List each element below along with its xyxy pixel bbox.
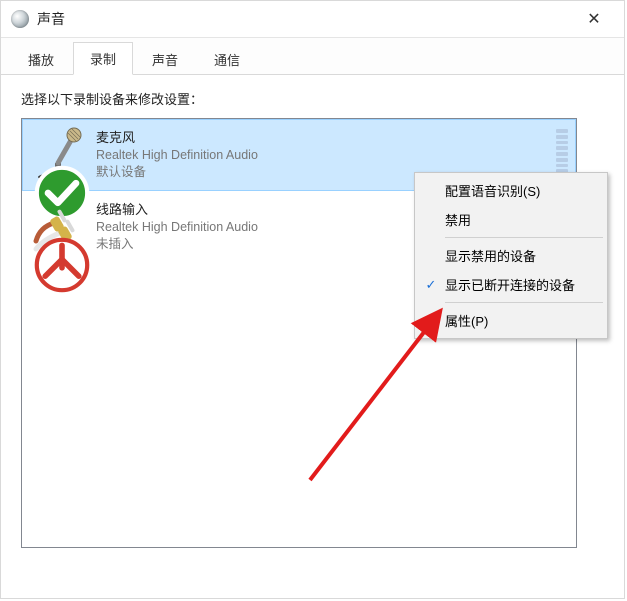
window-title: 声音 bbox=[37, 9, 574, 29]
device-driver: Realtek High Definition Audio bbox=[96, 147, 258, 164]
device-text: 线路输入 Realtek High Definition Audio 未插入 bbox=[96, 199, 258, 253]
menu-item-label: 属性(P) bbox=[445, 311, 488, 330]
menu-item-label: 显示禁用的设备 bbox=[445, 246, 536, 265]
tab-label: 通信 bbox=[214, 53, 240, 68]
microphone-icon bbox=[30, 127, 86, 183]
status-unplugged-icon bbox=[34, 237, 54, 257]
close-icon: ✕ bbox=[587, 9, 600, 29]
line-in-icon bbox=[30, 199, 86, 255]
close-button[interactable]: ✕ bbox=[574, 5, 614, 33]
level-segment bbox=[556, 141, 568, 145]
menu-disable[interactable]: 禁用 bbox=[417, 205, 605, 234]
status-default-icon bbox=[34, 165, 54, 185]
device-status: 默认设备 bbox=[96, 164, 258, 181]
level-segment bbox=[556, 129, 568, 133]
tab-playback[interactable]: 播放 bbox=[11, 43, 71, 75]
device-context-menu[interactable]: 配置语音识别(S) 禁用 显示禁用的设备 ✓ 显示已断开连接的设备 属性(P) bbox=[414, 172, 608, 339]
device-name: 麦克风 bbox=[96, 127, 258, 146]
level-segment bbox=[556, 158, 568, 162]
level-segment bbox=[556, 152, 568, 156]
menu-properties[interactable]: 属性(P) bbox=[417, 306, 605, 335]
level-segment bbox=[556, 135, 568, 139]
level-segment bbox=[556, 164, 568, 168]
check-icon: ✓ bbox=[423, 277, 439, 293]
menu-show-disabled[interactable]: 显示禁用的设备 bbox=[417, 241, 605, 270]
device-text: 麦克风 Realtek High Definition Audio 默认设备 bbox=[96, 127, 258, 181]
device-name: 线路输入 bbox=[96, 199, 258, 218]
instruction-text: 选择以下录制设备来修改设置： bbox=[21, 89, 604, 108]
tab-recording[interactable]: 录制 bbox=[73, 42, 133, 75]
tab-label: 声音 bbox=[152, 53, 178, 68]
device-driver: Realtek High Definition Audio bbox=[96, 219, 258, 236]
menu-separator bbox=[445, 237, 603, 238]
menu-configure-speech[interactable]: 配置语音识别(S) bbox=[417, 176, 605, 205]
tab-strip: 播放 录制 声音 通信 bbox=[1, 38, 624, 75]
level-segment bbox=[556, 146, 568, 150]
tab-label: 录制 bbox=[90, 52, 116, 67]
device-status: 未插入 bbox=[96, 236, 258, 253]
tab-label: 播放 bbox=[28, 53, 54, 68]
menu-show-disconnected[interactable]: ✓ 显示已断开连接的设备 bbox=[417, 270, 605, 299]
menu-item-label: 配置语音识别(S) bbox=[445, 181, 540, 200]
tab-sounds[interactable]: 声音 bbox=[135, 43, 195, 75]
sound-app-icon bbox=[11, 10, 29, 28]
tab-communications[interactable]: 通信 bbox=[197, 43, 257, 75]
menu-separator bbox=[445, 302, 603, 303]
menu-item-label: 禁用 bbox=[445, 210, 471, 229]
menu-item-label: 显示已断开连接的设备 bbox=[445, 275, 575, 294]
titlebar: 声音 ✕ bbox=[1, 1, 624, 38]
input-level-meter bbox=[556, 129, 568, 173]
